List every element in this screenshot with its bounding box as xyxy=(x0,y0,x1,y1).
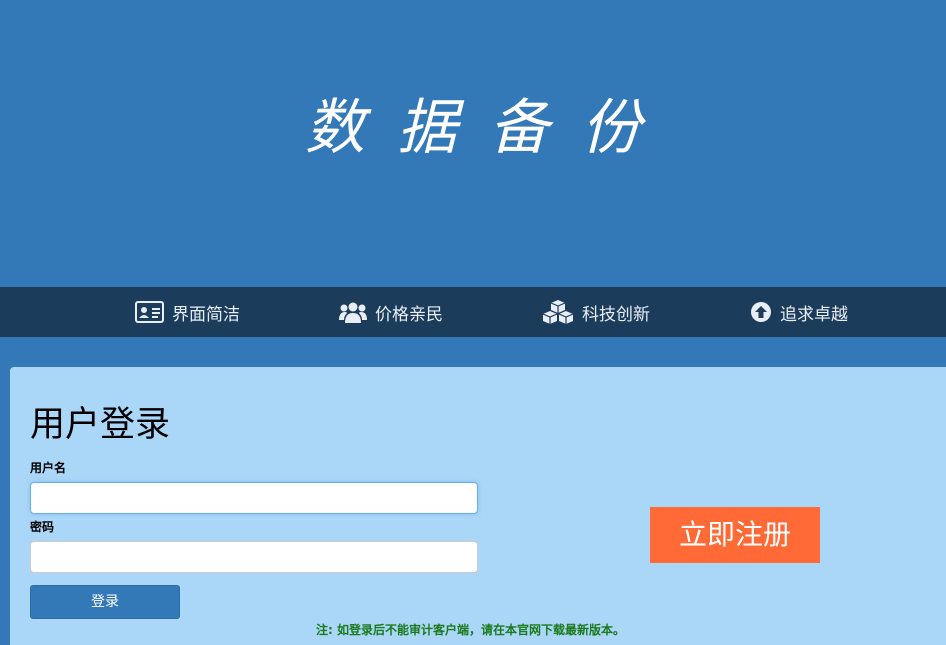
hero-banner: 数据备份 xyxy=(0,0,946,287)
cubes-icon xyxy=(542,300,574,324)
login-title: 用户登录 xyxy=(30,405,171,445)
username-label: 用户名 xyxy=(30,461,67,475)
feature-item-affordable: 价格亲民 xyxy=(339,287,443,337)
feature-bar: 界面简洁 价格亲民 科技创新 追求卓越 xyxy=(0,287,946,337)
feature-item-excellence: 追求卓越 xyxy=(750,287,848,337)
hero-title: 数据备份 xyxy=(305,93,673,163)
username-input[interactable] xyxy=(30,482,478,514)
password-label: 密码 xyxy=(30,520,55,534)
feature-label: 追求卓越 xyxy=(780,304,848,325)
feature-item-innovation: 科技创新 xyxy=(542,287,650,337)
feature-label: 科技创新 xyxy=(582,304,650,325)
password-input[interactable] xyxy=(30,541,478,573)
id-card-icon xyxy=(135,301,164,323)
feature-label: 价格亲民 xyxy=(375,304,443,325)
register-button[interactable]: 立即注册 xyxy=(650,507,820,563)
login-panel: 用户登录 用户名 密码 登录 立即注册 注: 如登录后不能审计客户端，请在本官网… xyxy=(10,367,946,645)
login-button[interactable]: 登录 xyxy=(30,585,180,619)
notice-text: 注: 如登录后不能审计客户端，请在本官网下载最新版本。 xyxy=(316,623,625,637)
users-icon xyxy=(339,302,367,323)
arrow-circle-up-icon xyxy=(751,302,771,322)
feature-label: 界面简洁 xyxy=(172,304,240,325)
feature-item-simple-interface: 界面简洁 xyxy=(135,287,240,337)
